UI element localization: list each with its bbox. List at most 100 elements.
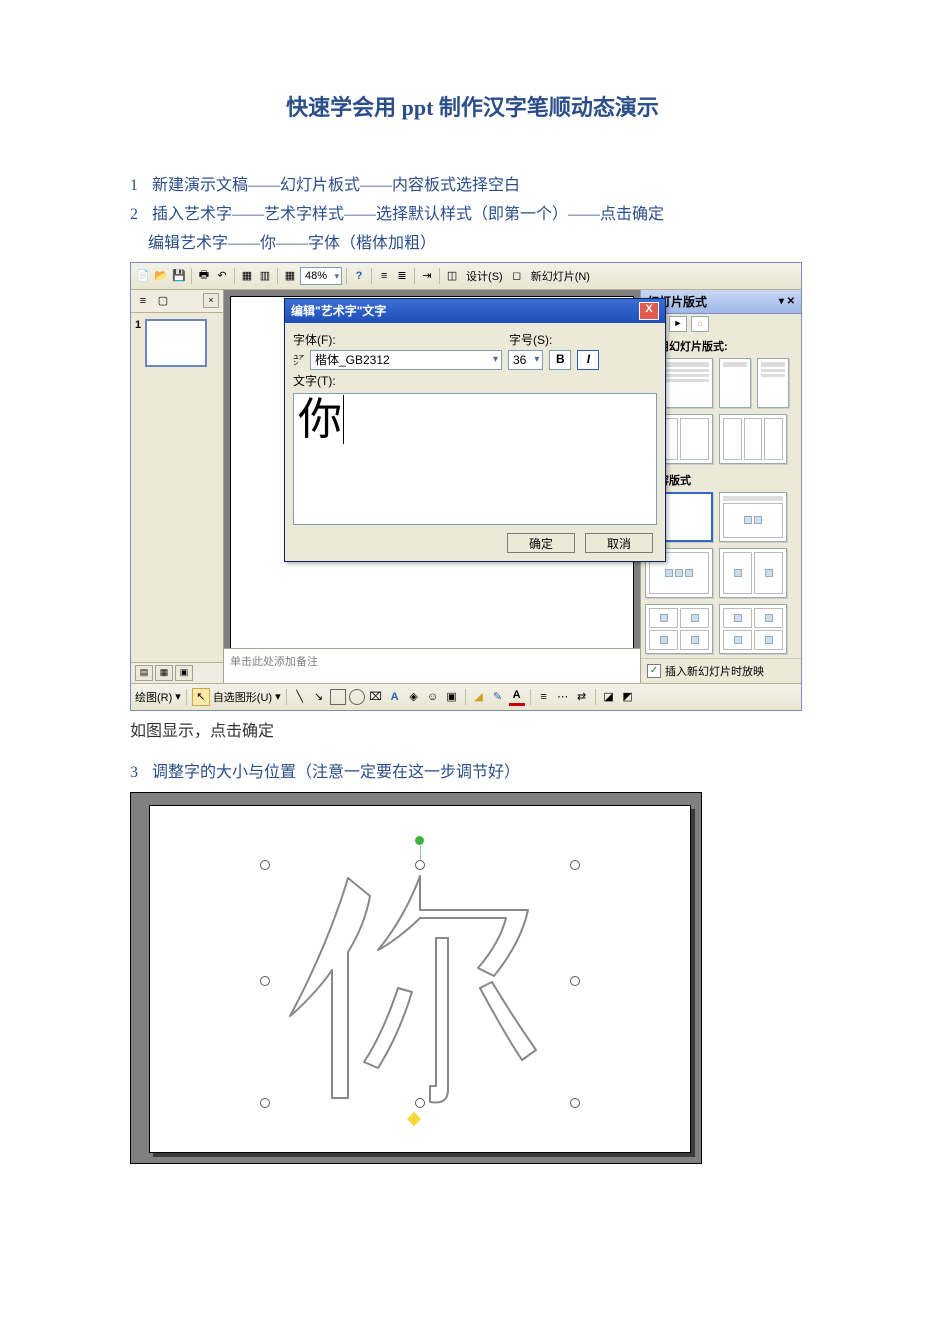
step-1: 1 新建演示文稿——幻灯片板式——内容板式选择空白 <box>130 172 815 199</box>
linestyle-icon[interactable]: ≡ <box>536 689 552 705</box>
text-label: 文字(T): <box>293 372 345 389</box>
resize-handle[interactable] <box>570 976 580 986</box>
line-icon[interactable]: ╲ <box>292 689 308 705</box>
linecolor-icon[interactable]: ✎ <box>490 689 506 705</box>
layout-content-5[interactable] <box>719 604 787 654</box>
newslide-link[interactable]: 新幻灯片(N) <box>527 268 594 284</box>
draw-menu[interactable]: 绘图(R) <box>135 689 172 705</box>
step-num: 1 <box>130 172 148 199</box>
picture-icon[interactable]: ▣ <box>444 689 460 705</box>
layout-content-4[interactable] <box>645 604 713 654</box>
layout-content[interactable] <box>719 492 787 542</box>
dashstyle-icon[interactable]: ⋯ <box>555 689 571 705</box>
separator <box>346 268 347 284</box>
resize-handle[interactable] <box>570 860 580 870</box>
slideshow-view-icon[interactable]: ▣ <box>175 665 193 681</box>
table-icon[interactable]: ▦ <box>239 268 255 284</box>
font-row: 字体(F): 字号(S): <box>293 331 657 348</box>
workspace: ≡ ▢ × 1 ▤ ▦ ▣ 编辑"艺术字"文字 X <box>131 290 801 683</box>
separator <box>595 689 596 705</box>
font-combo[interactable]: 楷体_GB2312 <box>310 350 502 370</box>
slide-panel: ≡ ▢ × 1 ▤ ▦ ▣ <box>131 290 224 683</box>
caption-1: 如图显示，点击确定 <box>130 717 815 741</box>
ok-button[interactable]: 确定 <box>507 533 575 553</box>
resize-handle[interactable] <box>260 860 270 870</box>
newslide-icon[interactable]: ◻ <box>509 268 525 284</box>
wordart-outline[interactable] <box>270 848 570 1128</box>
layout-title-only[interactable] <box>719 358 751 408</box>
close-icon[interactable]: X <box>639 302 659 320</box>
diagram-icon[interactable]: ◈ <box>406 689 422 705</box>
checkbox-label: 插入新幻灯片时放映 <box>665 663 764 679</box>
fillcolor-icon[interactable]: ◢ <box>471 689 487 705</box>
zoom-combo[interactable]: 48% <box>300 267 342 285</box>
shadow-icon[interactable]: ◪ <box>601 689 617 705</box>
chart-icon[interactable]: ▥ <box>257 268 273 284</box>
slide-thumbnail[interactable] <box>145 319 207 367</box>
dialog-buttons: 确定 取消 <box>293 525 657 555</box>
rotate-handle[interactable] <box>415 836 424 845</box>
indent-icon[interactable]: ⇥ <box>419 268 435 284</box>
step-text: 编辑艺术字——你——字体（楷体加粗） <box>148 235 436 252</box>
sorter-view-icon[interactable]: ▦ <box>155 665 173 681</box>
separator <box>286 689 287 705</box>
resize-handle[interactable] <box>260 1098 270 1108</box>
step-text: 调整字的大小与位置（注意一定要在这一步调节好） <box>152 764 520 781</box>
drawing-toolbar: 绘图(R) ▾ ↖ 自选图形(U) ▾ ╲ ↘ ⌧ A ◈ ☺ ▣ ◢ ✎ A … <box>131 683 801 710</box>
undo-icon[interactable]: ↶ <box>214 268 230 284</box>
3d-icon[interactable]: ◩ <box>620 689 636 705</box>
rect-icon[interactable] <box>330 689 346 705</box>
grid-icon[interactable]: ▦ <box>282 268 298 284</box>
help-icon[interactable]: ? <box>351 268 367 284</box>
insert-checkbox-row[interactable]: ✓ 插入新幻灯片时放映 <box>641 658 801 683</box>
print-icon[interactable]: 🖶 <box>196 268 212 284</box>
page-title: 快速学会用 ppt 制作汉字笔顺动态演示 <box>130 90 815 122</box>
design-link[interactable]: 设计(S) <box>462 268 507 284</box>
select-icon[interactable]: ↖ <box>192 688 210 706</box>
notes-pane[interactable]: 单击此处添加备注 <box>224 648 640 683</box>
slides-tab-icon[interactable]: ▢ <box>155 293 171 309</box>
arrowstyle-icon[interactable]: ⇄ <box>574 689 590 705</box>
checkbox-icon[interactable]: ✓ <box>647 664 661 678</box>
fontcolor-icon[interactable]: A <box>509 687 525 706</box>
dialog-titlebar: 编辑"艺术字"文字 X <box>285 299 665 323</box>
thumbnail-row[interactable]: 1 <box>135 319 219 367</box>
layout-bulleted[interactable] <box>757 358 789 408</box>
italic-button[interactable]: I <box>577 350 599 370</box>
text-label-row: 文字(T): <box>293 372 657 389</box>
open-icon[interactable]: 📂 <box>153 268 169 284</box>
bold-button[interactable]: B <box>549 350 571 370</box>
textbox-icon[interactable]: ⌧ <box>368 689 384 705</box>
save-icon[interactable]: 💾 <box>171 268 187 284</box>
resize-handle[interactable] <box>260 976 270 986</box>
font-controls: ㍐ 楷体_GB2312 36 B I <box>293 350 657 370</box>
outline-tab-icon[interactable]: ≡ <box>135 293 151 309</box>
forward-icon[interactable]: ► <box>669 316 687 332</box>
oval-icon[interactable] <box>349 689 365 705</box>
cancel-button[interactable]: 取消 <box>585 533 653 553</box>
arrow-icon[interactable]: ↘ <box>311 689 327 705</box>
wordart-icon[interactable]: A <box>387 689 403 705</box>
slide-canvas-2[interactable] <box>149 805 691 1153</box>
separator <box>186 689 187 705</box>
chevron-down-icon[interactable]: ▾ ✕ <box>779 296 795 307</box>
wordart-text-input[interactable]: 你 <box>293 393 657 525</box>
size-combo[interactable]: 36 <box>508 350 543 370</box>
ppt-window: 📄 📂 💾 🖶 ↶ ▦ ▥ ▦ 48% ? ≡ ≣ ⇥ ◫ 设计(S) ◻ 新幻… <box>130 262 802 711</box>
layout-content-3[interactable] <box>719 548 787 598</box>
bullets-icon[interactable]: ≡ <box>376 268 392 284</box>
design-icon[interactable]: ◫ <box>444 268 460 284</box>
clipart-icon[interactable]: ☺ <box>425 689 441 705</box>
close-panel-button[interactable]: × <box>203 293 219 308</box>
numbering-icon[interactable]: ≣ <box>394 268 410 284</box>
standard-toolbar: 📄 📂 💾 🖶 ↶ ▦ ▥ ▦ 48% ? ≡ ≣ ⇥ ◫ 设计(S) ◻ 新幻… <box>131 263 801 290</box>
new-icon[interactable]: 📄 <box>135 268 151 284</box>
normal-view-icon[interactable]: ▤ <box>135 665 153 681</box>
resize-handle[interactable] <box>570 1098 580 1108</box>
wordart-edit-dialog: 编辑"艺术字"文字 X 字体(F): 字号(S): ㍐ 楷体_GB2312 36 <box>284 298 666 562</box>
autoshapes-menu[interactable]: 自选图形(U) <box>213 689 272 705</box>
step-text: 插入艺术字——艺术字样式——选择默认样式（即第一个）——点击确定 <box>152 206 664 223</box>
view-buttons: ▤ ▦ ▣ <box>131 662 223 683</box>
layout-vertical[interactable] <box>719 414 787 464</box>
home-icon[interactable]: ⌂ <box>691 316 709 332</box>
